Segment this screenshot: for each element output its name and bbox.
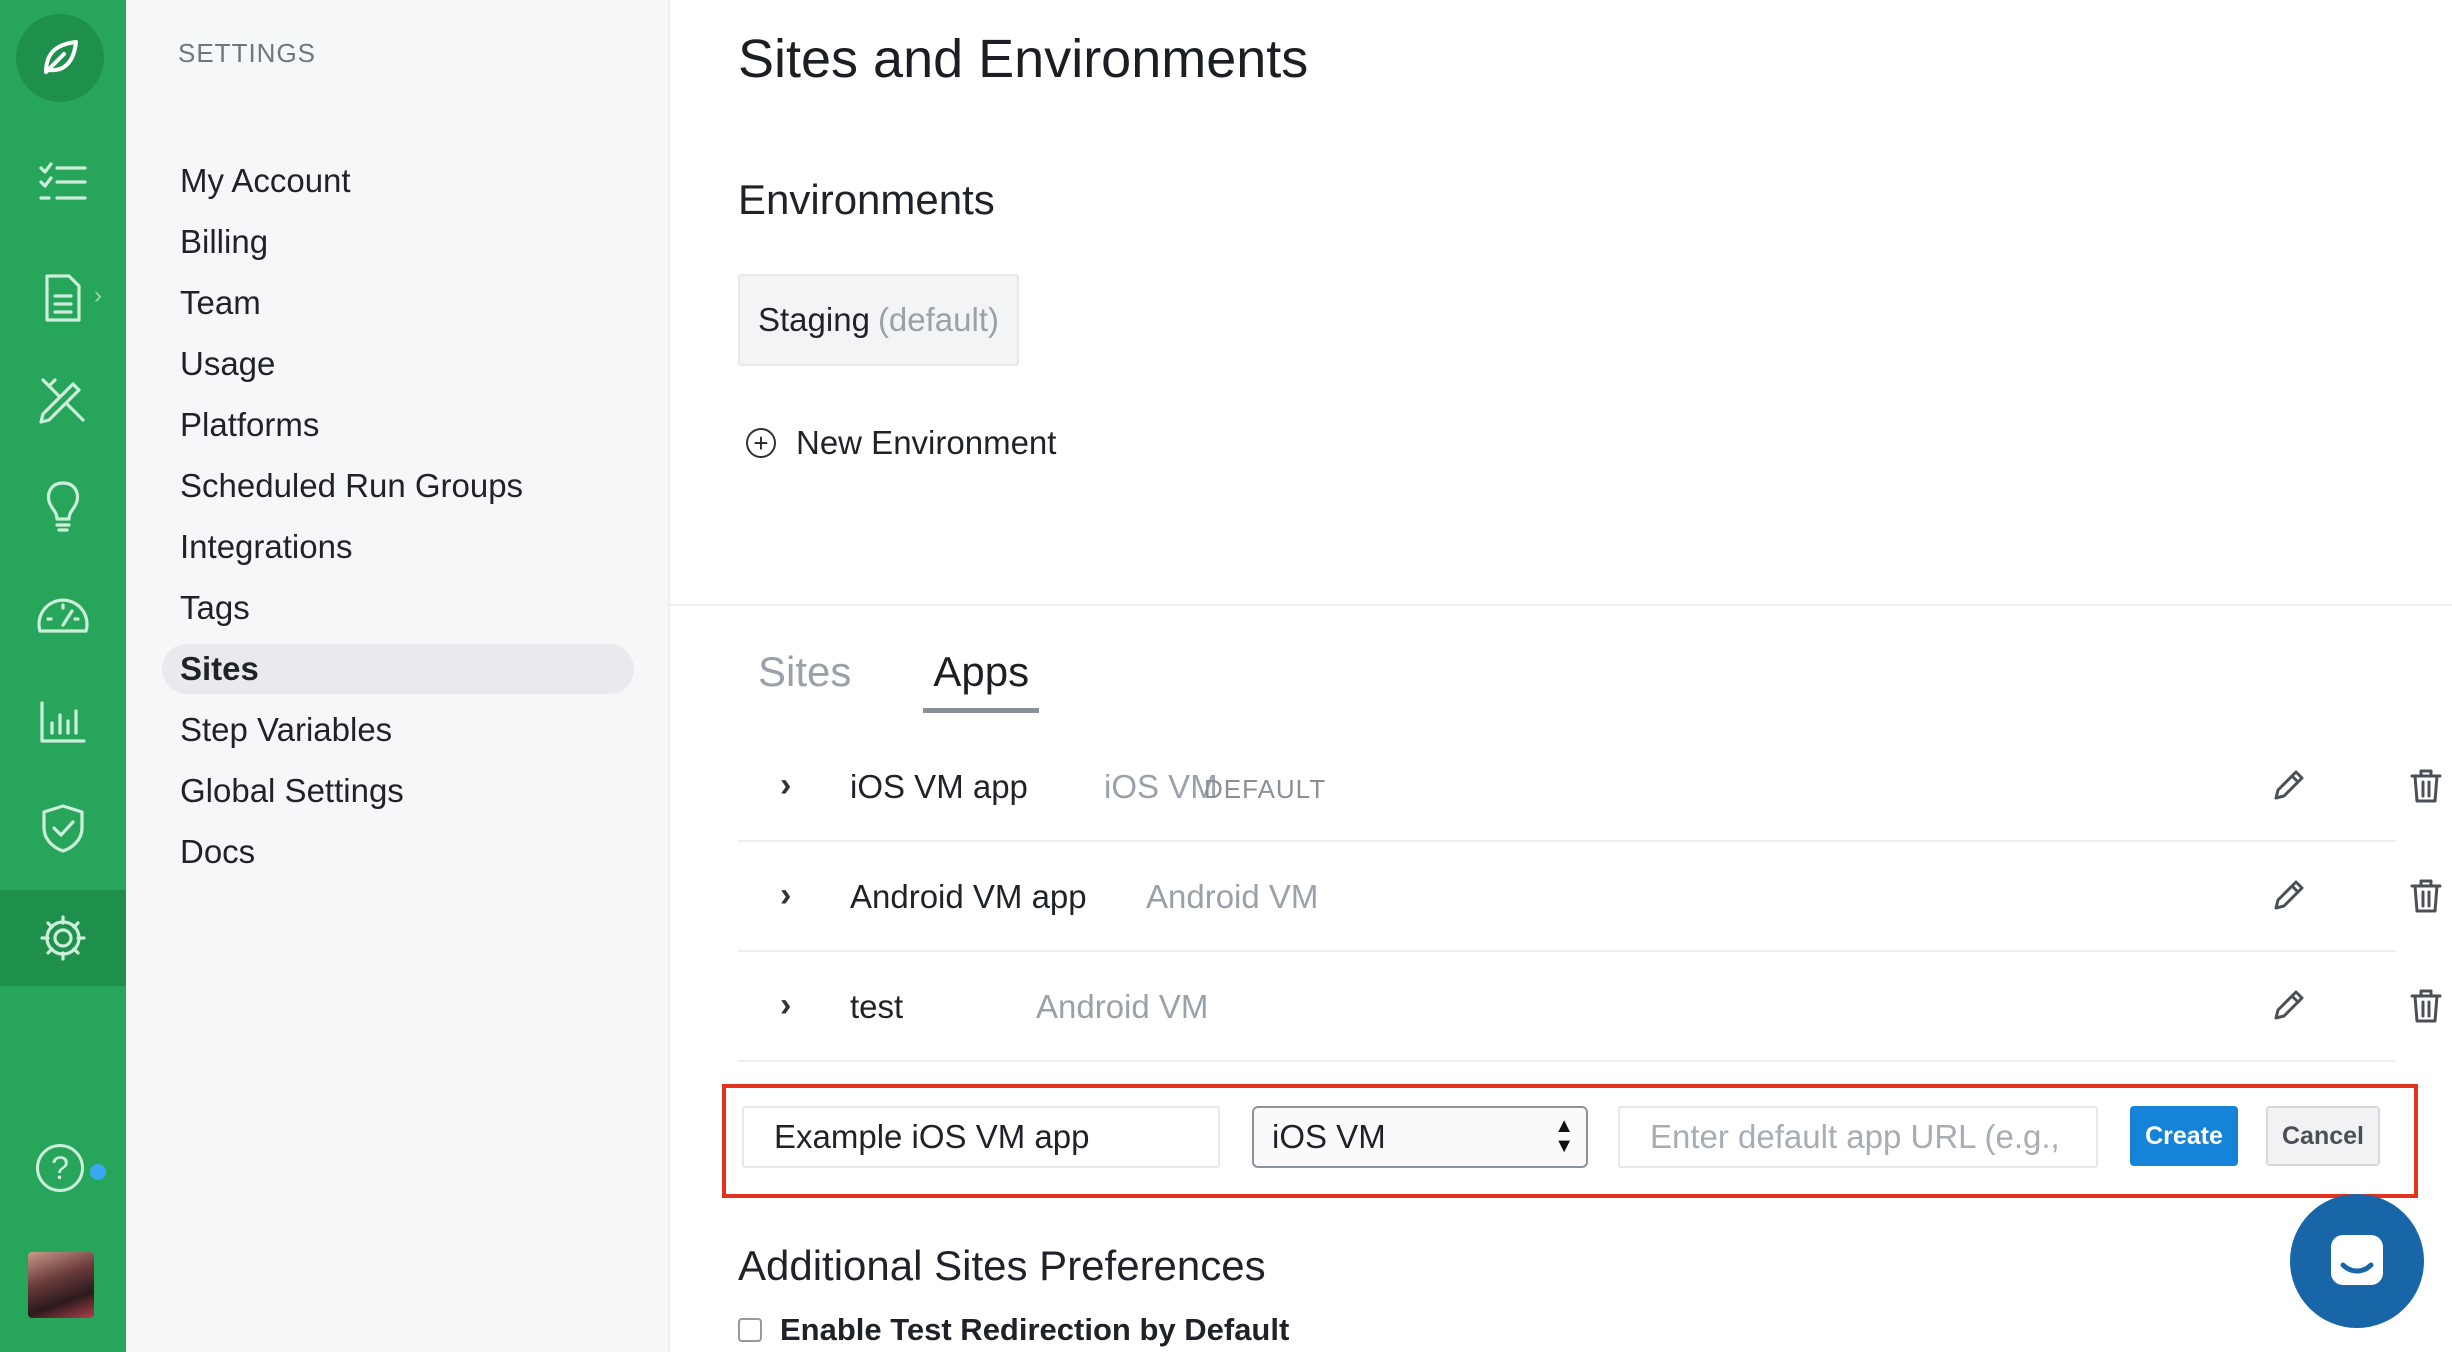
create-button[interactable]: Create [2130, 1106, 2238, 1166]
notification-dot [90, 1164, 106, 1180]
select-arrows-icon: ▲ ▼ [1554, 1115, 1574, 1157]
sidebar-item-tags[interactable]: Tags [162, 583, 634, 633]
edit-pencil-icon[interactable] [2268, 986, 2308, 1026]
dashboard-gauge-icon[interactable] [0, 566, 126, 662]
expand-chevron-icon[interactable]: › [780, 766, 791, 805]
bar-chart-icon[interactable] [0, 674, 126, 770]
app-platform: Android VM [1146, 878, 1319, 915]
default-badge: DEFAULT [1204, 774, 1327, 804]
sidebar-item-scheduled-run-groups[interactable]: Scheduled Run Groups [162, 461, 634, 511]
settings-nav: My Account Billing Team Usage Platforms … [162, 156, 634, 888]
list-item: › iOS VM app iOS VM DEFAULT [738, 732, 2442, 842]
chevron-right-icon: › [94, 282, 102, 309]
sidebar-item-team[interactable]: Team [162, 278, 634, 328]
document-icon[interactable] [0, 250, 126, 346]
sidebar-item-step-variables[interactable]: Step Variables [162, 705, 634, 755]
tab-apps[interactable]: Apps [923, 648, 1040, 713]
expand-chevron-icon[interactable]: › [780, 986, 791, 1025]
sidebar-item-my-account[interactable]: My Account [162, 156, 634, 206]
settings-sidebar: SETTINGS My Account Billing Team Usage P… [126, 0, 670, 1352]
app-platform: iOS VM [1104, 768, 1218, 805]
environments-heading: Environments [738, 176, 995, 223]
platform-select-value: iOS VM [1272, 1118, 1386, 1155]
sidebar-item-global-settings[interactable]: Global Settings [162, 766, 634, 816]
avatar[interactable] [28, 1252, 94, 1318]
sidebar-item-platforms[interactable]: Platforms [162, 400, 634, 450]
app-name: iOS VM app [850, 768, 1028, 805]
sidebar-heading: SETTINGS [178, 38, 317, 68]
platform-select[interactable]: iOS VM ▲ ▼ [1252, 1106, 1588, 1168]
default-app-url-input[interactable] [1618, 1106, 2098, 1168]
sidebar-item-integrations[interactable]: Integrations [162, 522, 634, 572]
edit-pencil-icon[interactable] [2268, 766, 2308, 806]
additional-preferences-heading: Additional Sites Preferences [738, 1242, 1266, 1289]
environment-chip-staging[interactable]: Staging (default) [738, 274, 1019, 366]
sites-apps-tabs: Sites Apps [748, 648, 1040, 713]
new-environment-button[interactable]: + New Environment [746, 424, 1056, 462]
trash-icon[interactable] [2406, 876, 2446, 916]
new-app-form: iOS VM ▲▼ Create Cancel [722, 1084, 2418, 1198]
shield-check-icon[interactable] [0, 780, 126, 876]
section-divider [670, 604, 2452, 606]
app-rail: › ? [0, 0, 126, 1352]
page-title: Sites and Environments [738, 29, 1309, 89]
app-name: test [850, 988, 904, 1025]
settings-gear-icon[interactable] [0, 890, 126, 986]
environment-default-label: (default) [877, 301, 999, 338]
apps-list: › iOS VM app iOS VM DEFAULT › Android VM… [738, 732, 2442, 1062]
design-tools-icon[interactable] [0, 352, 126, 448]
sidebar-item-docs[interactable]: Docs [162, 827, 634, 877]
main-content: Sites and Environments Environments Stag… [670, 0, 2452, 1352]
app-name: Android VM app [850, 878, 1087, 915]
sidebar-item-usage[interactable]: Usage [162, 339, 634, 389]
test-redirection-label: Enable Test Redirection by Default [780, 1312, 1290, 1347]
sidebar-item-billing[interactable]: Billing [162, 217, 634, 267]
edit-pencil-icon[interactable] [2268, 876, 2308, 916]
environment-name: Staging [758, 301, 870, 338]
app-platform: Android VM [1036, 988, 1209, 1025]
sidebar-item-sites[interactable]: Sites [162, 644, 634, 694]
trash-icon[interactable] [2406, 986, 2446, 1026]
cancel-button[interactable]: Cancel [2266, 1106, 2380, 1166]
lightbulb-icon[interactable] [0, 458, 126, 554]
list-item: › test Android VM [738, 952, 2442, 1062]
tab-sites[interactable]: Sites [748, 648, 861, 713]
plus-circle-icon: + [746, 428, 776, 458]
list-item: › Android VM app Android VM [738, 842, 2442, 952]
chat-bubble-icon[interactable] [2290, 1194, 2424, 1328]
tests-list-icon[interactable] [0, 134, 126, 230]
expand-chevron-icon[interactable]: › [780, 876, 791, 915]
test-redirection-checkbox[interactable] [738, 1318, 762, 1342]
help-icon[interactable]: ? [36, 1144, 84, 1192]
new-environment-label: New Environment [796, 424, 1057, 461]
app-name-input[interactable] [742, 1106, 1220, 1168]
trash-icon[interactable] [2406, 766, 2446, 806]
test-redirection-option: Enable Test Redirection by Default [738, 1312, 1289, 1348]
leaf-logo-icon[interactable] [16, 14, 104, 102]
